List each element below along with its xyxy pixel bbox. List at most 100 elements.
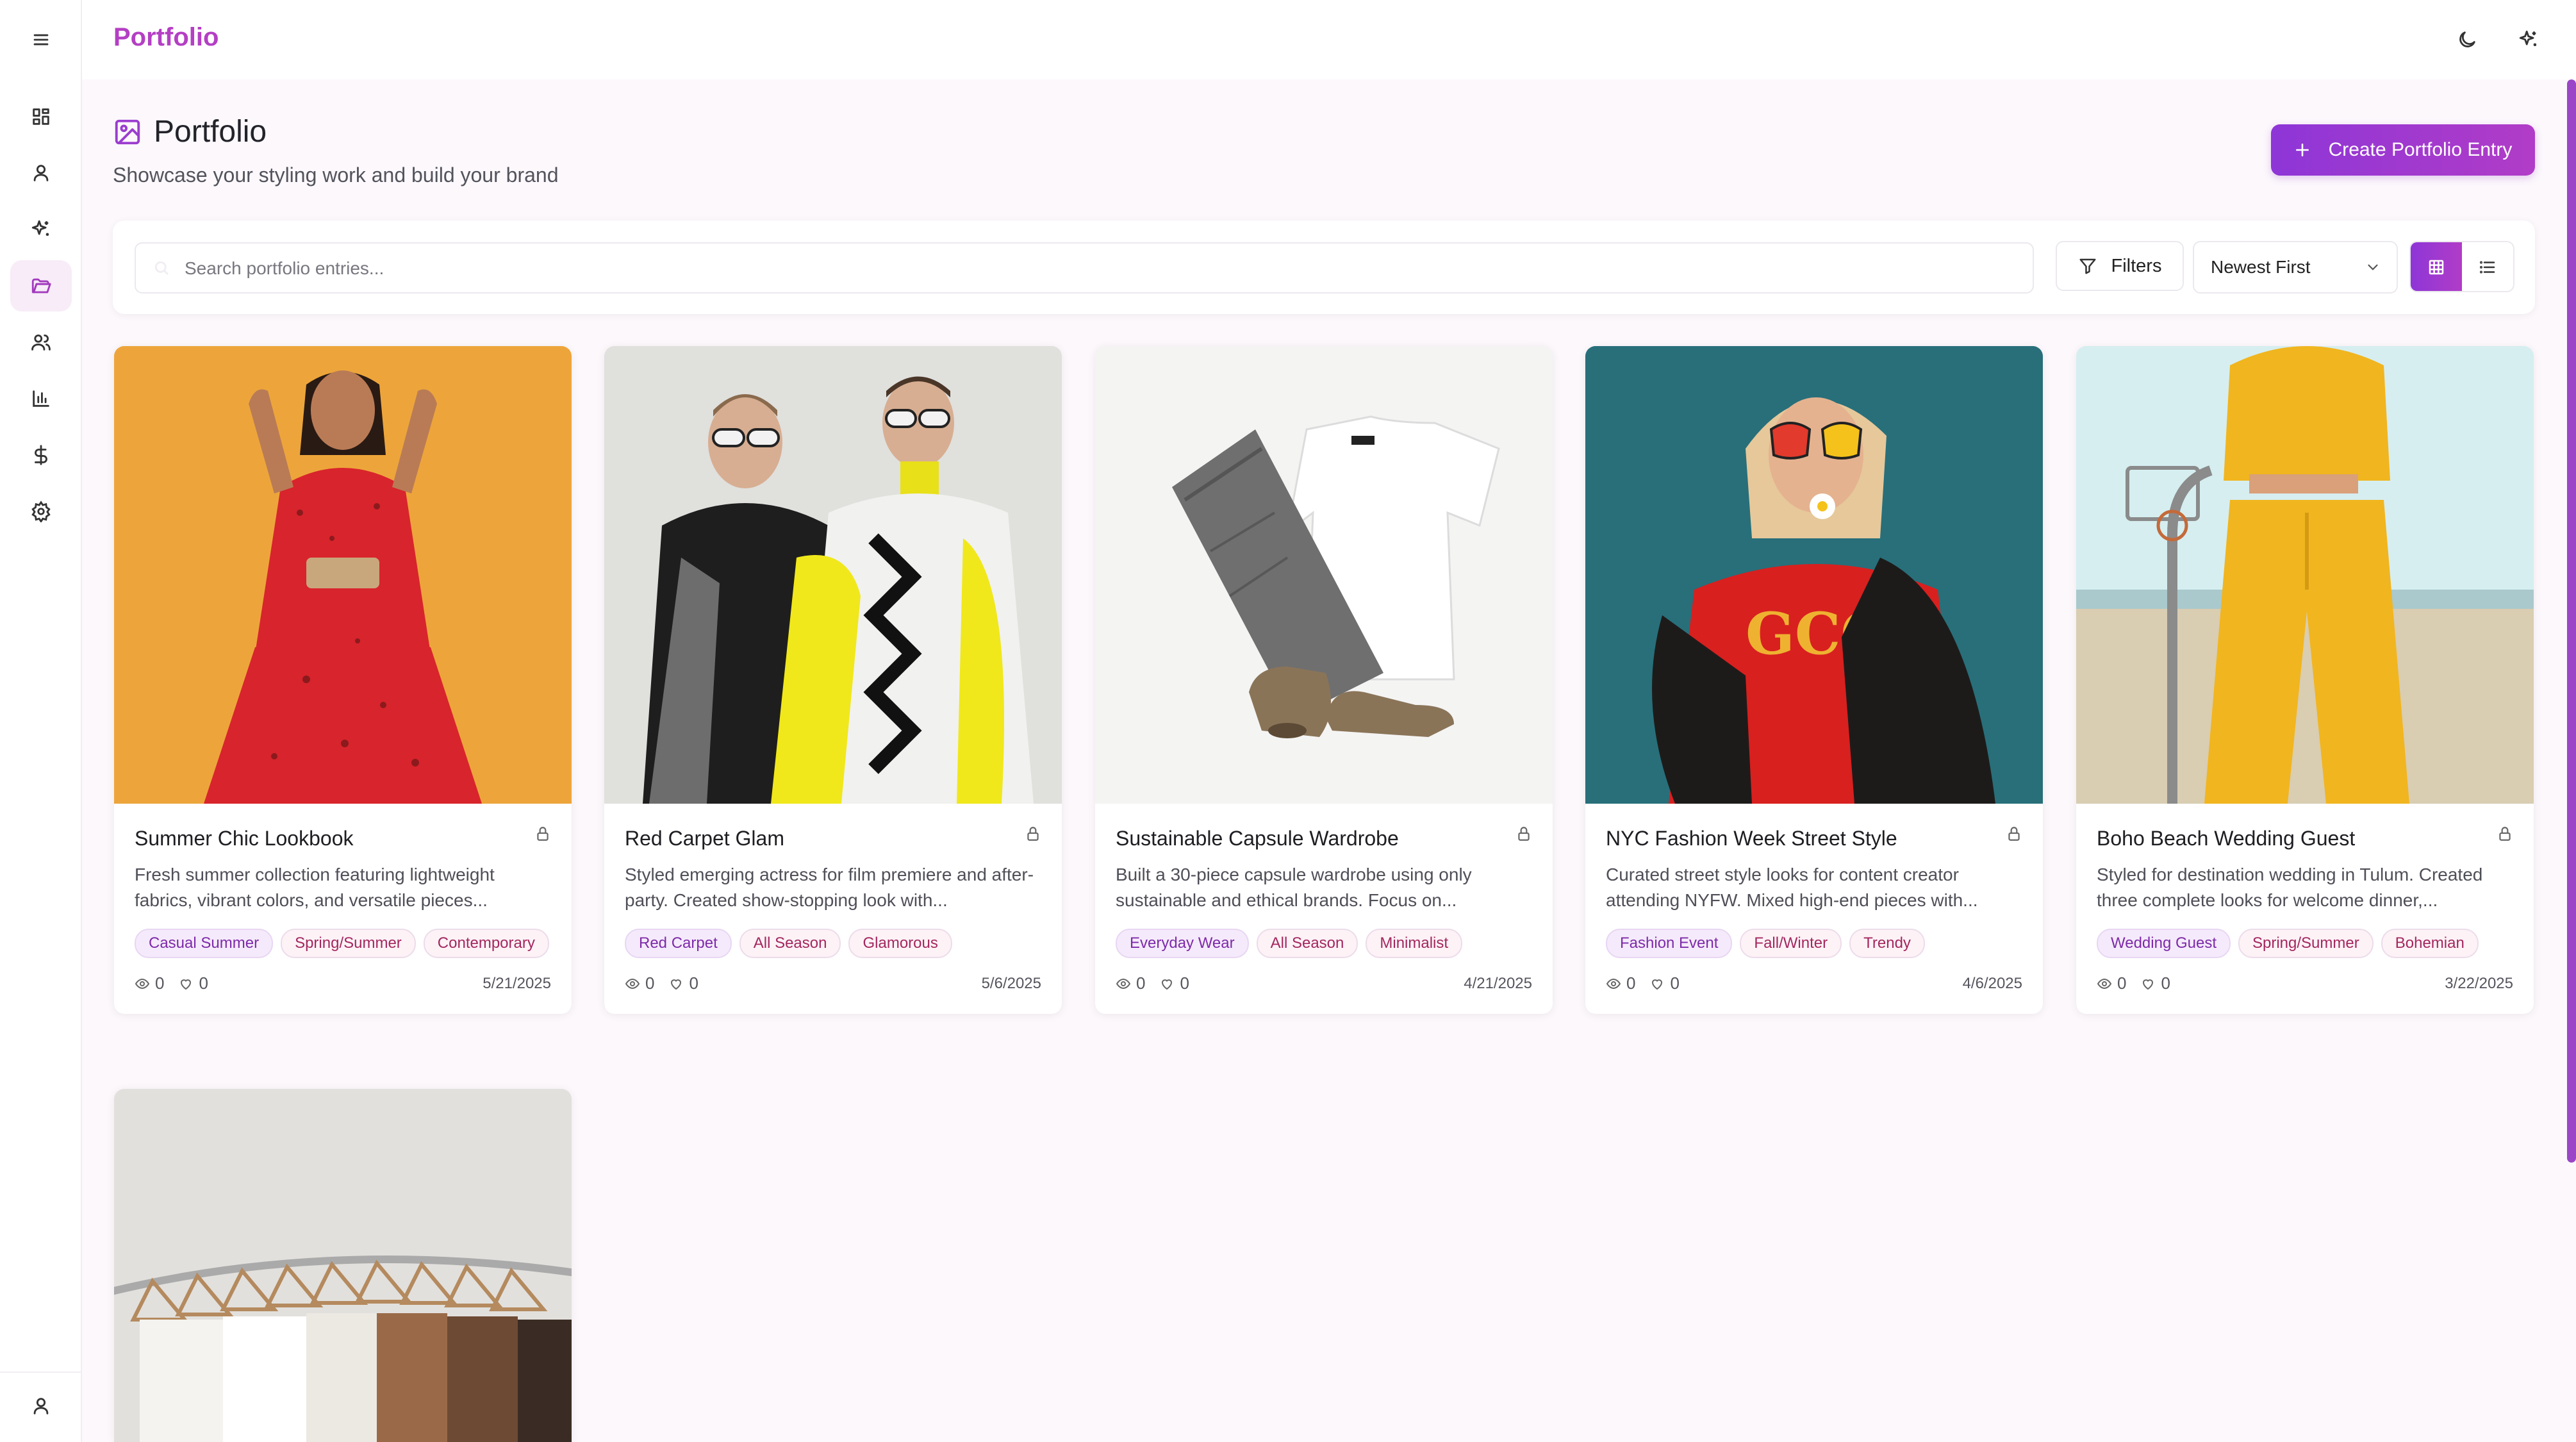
eye-icon xyxy=(1606,978,1621,989)
image-icon xyxy=(115,119,140,144)
card-title: Red Carpet Glam xyxy=(625,827,784,850)
user-icon xyxy=(33,1398,49,1414)
tag-occasion: Wedding Guest xyxy=(2097,929,2231,958)
like-count: 0 xyxy=(1670,974,1680,993)
card-date: 4/6/2025 xyxy=(1962,974,2022,992)
eye-icon xyxy=(135,978,150,989)
grid-icon xyxy=(2429,260,2444,275)
sidebar-item-clients[interactable] xyxy=(10,317,72,368)
search-input[interactable] xyxy=(185,254,2017,283)
tag-occasion: Fashion Event xyxy=(1606,929,1733,958)
sidebar-item-earnings[interactable] xyxy=(10,429,72,481)
card-description: Styled emerging actress for film premier… xyxy=(625,865,1034,910)
card-date: 3/22/2025 xyxy=(2445,974,2513,992)
page-header: Portfolio Showcase your styling work and… xyxy=(113,114,558,187)
portfolio-image[interactable] xyxy=(1095,346,1553,804)
plus-icon xyxy=(2295,144,2309,156)
view-count: 0 xyxy=(155,974,165,993)
card-date: 5/21/2025 xyxy=(483,974,551,992)
view-count: 0 xyxy=(645,974,655,993)
sidebar-item-settings[interactable] xyxy=(10,486,72,537)
search-box[interactable] xyxy=(135,242,2034,294)
tag-occasion: Red Carpet xyxy=(625,929,732,958)
tag-season: Spring/Summer xyxy=(2238,929,2374,958)
card-title: Sustainable Capsule Wardrobe xyxy=(1116,827,1399,850)
heart-icon[interactable] xyxy=(178,976,194,991)
bar-chart-icon xyxy=(33,390,49,407)
lock-icon xyxy=(2497,825,2513,845)
portfolio-card[interactable]: Boho Beach Wedding Guest Styled for dest… xyxy=(2076,346,2534,1014)
brand-title[interactable]: Portfolio xyxy=(113,23,219,52)
tag-style: Minimalist xyxy=(1366,929,1463,958)
tag-season: Spring/Summer xyxy=(281,929,416,958)
chevron-down-icon xyxy=(2368,264,2378,270)
lock-icon xyxy=(1025,825,1041,845)
search-icon xyxy=(149,255,174,281)
ai-assistant-button[interactable] xyxy=(2513,24,2544,55)
moon-icon xyxy=(2459,31,2475,47)
grid-view-button[interactable] xyxy=(2411,242,2462,291)
tag-style: Glamorous xyxy=(848,929,952,958)
heart-icon[interactable] xyxy=(2140,976,2156,991)
like-count: 0 xyxy=(1180,974,1189,993)
sort-value: Newest First xyxy=(2211,257,2311,277)
users-icon xyxy=(31,334,51,351)
tag-style: Trendy xyxy=(1849,929,1925,958)
portfolio-card[interactable]: Red Carpet Glam Styled emerging actress … xyxy=(604,346,1062,1014)
tag-occasion: Everyday Wear xyxy=(1116,929,1249,958)
sidebar-item-dashboard[interactable] xyxy=(10,91,72,142)
eye-icon xyxy=(1116,978,1131,989)
dollar-icon xyxy=(35,445,47,465)
tag-season: All Season xyxy=(1256,929,1358,958)
eye-icon xyxy=(2097,978,2112,989)
lock-icon xyxy=(1515,825,1532,845)
list-icon xyxy=(2480,261,2495,274)
eye-icon xyxy=(625,978,640,989)
sparkles-icon xyxy=(2519,30,2537,46)
sort-select[interactable]: Newest First xyxy=(2193,241,2398,294)
sidebar-item-portfolio[interactable] xyxy=(10,260,72,311)
portfolio-image[interactable] xyxy=(114,1089,572,1442)
card-title: Summer Chic Lookbook xyxy=(135,827,354,850)
card-description: Fresh summer collection featuring lightw… xyxy=(135,865,495,910)
heart-icon[interactable] xyxy=(1649,976,1665,991)
portfolio-card[interactable]: Sustainable Capsule Wardrobe Built a 30-… xyxy=(1095,346,1553,1014)
portfolio-card[interactable]: GCC NYC Fashion Week Street Style Curate… xyxy=(1585,346,2043,1014)
sidebar-item-account[interactable] xyxy=(10,1380,72,1432)
card-description: Styled for destination wedding in Tulum.… xyxy=(2097,865,2483,910)
sidebar-item-analytics[interactable] xyxy=(10,373,72,424)
card-description: Built a 30-piece capsule wardrobe using … xyxy=(1116,865,1472,910)
search-toolbar: Filters Newest First xyxy=(113,220,2535,314)
top-bar: Portfolio xyxy=(82,0,2576,79)
like-count: 0 xyxy=(689,974,698,993)
portfolio-card[interactable] xyxy=(114,1089,572,1442)
heart-icon[interactable] xyxy=(1159,976,1175,991)
create-button-label: Create Portfolio Entry xyxy=(2328,139,2513,160)
card-title: Boho Beach Wedding Guest xyxy=(2097,827,2356,850)
heart-icon[interactable] xyxy=(668,976,684,991)
portfolio-image[interactable] xyxy=(2076,346,2534,804)
portfolio-card[interactable]: Summer Chic Lookbook Fresh summer collec… xyxy=(114,346,572,1014)
view-count: 0 xyxy=(2117,974,2127,993)
sidebar-item-profile[interactable] xyxy=(10,147,72,199)
scrollbar[interactable] xyxy=(2567,79,2576,1163)
tag-season: All Season xyxy=(739,929,841,958)
sparkles-icon xyxy=(31,220,49,236)
lock-icon xyxy=(534,825,551,845)
portfolio-image[interactable]: GCC xyxy=(1585,346,2043,804)
sidebar-item-ai-stylist[interactable] xyxy=(10,204,72,255)
view-toggle xyxy=(2409,241,2514,292)
filters-button[interactable]: Filters xyxy=(2056,241,2184,291)
view-count: 0 xyxy=(1626,974,1636,993)
create-portfolio-entry-button[interactable]: Create Portfolio Entry xyxy=(2271,124,2535,176)
card-title: NYC Fashion Week Street Style xyxy=(1606,827,1897,850)
card-date: 4/21/2025 xyxy=(1464,974,1532,992)
list-view-button[interactable] xyxy=(2462,242,2513,291)
tag-style: Bohemian xyxy=(2381,929,2479,958)
dark-mode-toggle[interactable] xyxy=(2452,24,2482,55)
portfolio-image[interactable] xyxy=(114,346,572,804)
card-date: 5/6/2025 xyxy=(981,974,1041,992)
like-count: 0 xyxy=(2161,974,2170,993)
menu-toggle-button[interactable] xyxy=(10,14,72,65)
portfolio-image[interactable] xyxy=(604,346,1062,804)
